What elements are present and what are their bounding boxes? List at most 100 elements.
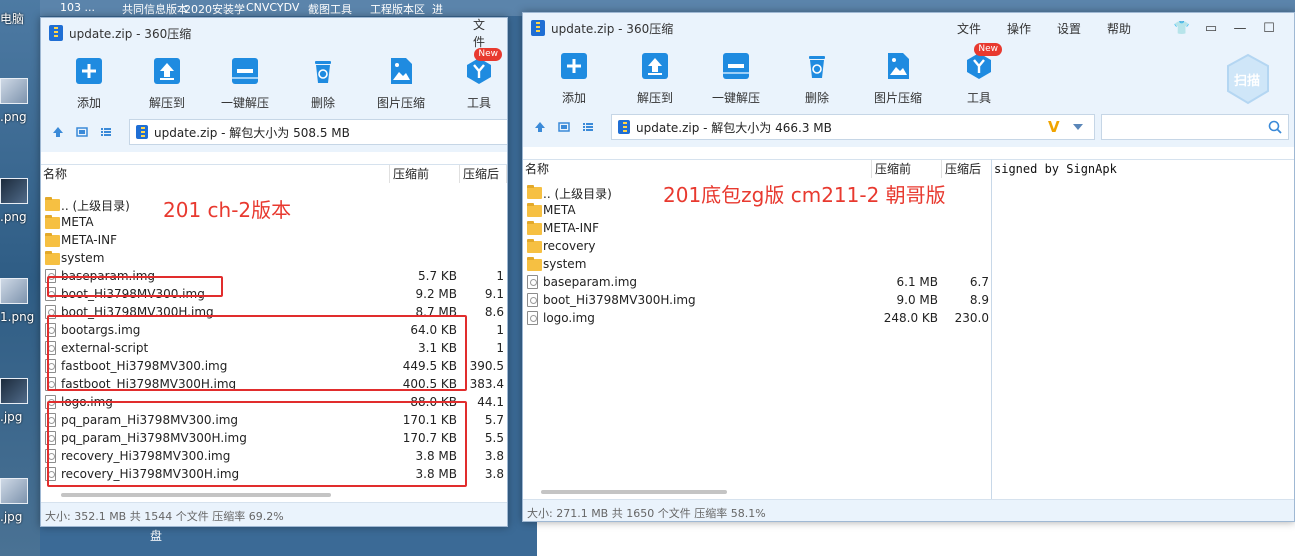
path-field[interactable]: update.zip - 解包大小为 466.3 MB V xyxy=(611,114,1095,140)
menu-bar: 文件 xyxy=(473,18,507,50)
toolbar-button-delete[interactable]: 删除 xyxy=(295,54,351,111)
left-titlebar[interactable]: update.zip - 360压缩 文件 xyxy=(41,18,507,50)
path-field[interactable]: update.zip - 解包大小为 508.5 MB xyxy=(129,119,507,145)
archive-comment: signed by SignApk xyxy=(994,162,1117,176)
chevron-down-icon[interactable] xyxy=(1072,121,1084,135)
skin-icon[interactable]: 👕 xyxy=(1172,21,1192,36)
desktop-icon-label[interactable]: 工程版本区 xyxy=(370,1,425,17)
size-after: 6.7 xyxy=(969,275,989,289)
desktop-file-label[interactable]: 电脑 xyxy=(0,10,24,27)
up-arrow-icon[interactable] xyxy=(51,125,65,139)
scan-label: 扫描 xyxy=(1234,74,1261,89)
folder-icon xyxy=(527,185,542,199)
column-header-name[interactable]: 名称 xyxy=(525,160,549,178)
horizontal-scrollbar[interactable] xyxy=(541,490,727,494)
desktop-file-label[interactable]: .png xyxy=(0,210,27,224)
view-thumbnail-icon[interactable] xyxy=(557,120,571,134)
toolbar-button-label: 工具 xyxy=(466,96,491,110)
toolbar: 添加 解压到 一键解压 删除 图片压缩 New 工具 xyxy=(523,43,1294,107)
desktop-icon-label[interactable]: 共同信息版本 xyxy=(122,1,188,17)
file-row[interactable]: system xyxy=(523,255,991,273)
desktop-file-label[interactable]: .jpg xyxy=(0,510,22,524)
column-header-after[interactable]: 压缩后 xyxy=(463,165,499,183)
maximize-icon[interactable]: ☐ xyxy=(1259,21,1279,36)
toolbar-button-label: 工具 xyxy=(966,91,991,105)
toolbar-button-tools[interactable]: New 工具 xyxy=(949,43,1009,106)
file-name: .. (上级目录) xyxy=(543,187,612,201)
search-icon[interactable] xyxy=(1268,120,1282,137)
file-row[interactable]: boot_Hi3798MV300H.img 9.0 MB 8.9 xyxy=(523,291,991,309)
horizontal-scrollbar[interactable] xyxy=(61,493,331,497)
size-after: 1 xyxy=(496,269,504,283)
toolbar-button-image-compress[interactable]: 图片压缩 xyxy=(868,49,928,106)
column-separator[interactable] xyxy=(459,165,460,183)
red-annotation-label: 201 ch-2版本 xyxy=(163,198,292,222)
view-list-icon[interactable] xyxy=(581,120,595,134)
view-thumbnail-icon[interactable] xyxy=(75,125,89,139)
view-list-icon[interactable] xyxy=(99,125,113,139)
folder-icon xyxy=(45,215,60,229)
desktop-icon-label[interactable]: 截图工具 xyxy=(308,1,352,17)
menu-item-file[interactable]: 文件 xyxy=(957,20,981,37)
zip-file-icon xyxy=(531,20,545,36)
folder-icon xyxy=(527,221,542,235)
toolbar-button-image-compress[interactable]: 图片压缩 xyxy=(373,54,429,111)
menu-item-operate[interactable]: 操作 xyxy=(1007,20,1031,37)
comment-pane[interactable]: signed by SignApk xyxy=(991,159,1294,499)
search-input[interactable] xyxy=(1101,114,1289,140)
feedback-icon[interactable]: ▭ xyxy=(1201,21,1221,36)
toolbar-button-delete[interactable]: 删除 xyxy=(787,49,847,106)
toolbar-button-extract-to[interactable]: 解压到 xyxy=(139,54,195,111)
file-row[interactable]: system xyxy=(41,249,507,267)
v-logo-icon: V xyxy=(1048,118,1060,136)
column-separator[interactable] xyxy=(871,160,872,178)
file-row[interactable]: META-INF xyxy=(523,219,991,237)
desktop-file-thumbnail[interactable] xyxy=(0,178,28,204)
desktop-file-thumbnail[interactable] xyxy=(0,378,28,404)
toolbar-button-label: 添加 xyxy=(561,91,586,105)
desktop-file-label[interactable]: 1.png xyxy=(0,310,34,324)
desktop-file-thumbnail[interactable] xyxy=(0,78,28,104)
column-separator[interactable] xyxy=(941,160,942,178)
desktop-file-thumbnail[interactable] xyxy=(0,478,28,504)
right-titlebar[interactable]: update.zip - 360压缩 文件 操作 设置 帮助 👕 ▭ — ☐ ✕ xyxy=(523,13,1294,43)
minimize-icon[interactable]: — xyxy=(1230,21,1250,36)
desktop-icon-label[interactable]: 103 ... xyxy=(60,1,95,14)
desktop-bottom-area xyxy=(537,522,1295,556)
menu-item-help[interactable]: 帮助 xyxy=(1107,20,1131,37)
toolbar-button-tools[interactable]: New 工具 xyxy=(451,48,507,111)
file-row[interactable]: recovery xyxy=(523,237,991,255)
scan-button[interactable]: 扫描 xyxy=(1225,53,1271,105)
close-icon[interactable]: ✕ xyxy=(1288,21,1294,36)
file-name: META-INF xyxy=(61,233,118,247)
file-row[interactable]: logo.img 248.0 KB 230.0 xyxy=(523,309,991,327)
column-header-after[interactable]: 压缩后 xyxy=(945,160,981,178)
desktop-file-label[interactable]: .jpg xyxy=(0,410,22,424)
file-row[interactable]: META-INF xyxy=(41,231,507,249)
toolbar-button-one-click-extract[interactable]: 一键解压 xyxy=(217,54,273,111)
folder-icon xyxy=(45,197,60,211)
tools-icon: New xyxy=(962,43,1002,83)
desktop-icon-label[interactable]: CNVCYDV xyxy=(246,1,299,14)
desktop-file-label[interactable]: .png xyxy=(0,110,27,124)
file-row[interactable]: baseparam.img 6.1 MB 6.7 xyxy=(523,273,991,291)
menu-item-file[interactable]: 文件 xyxy=(473,18,485,50)
desktop-icon-label[interactable]: 进 xyxy=(432,1,443,17)
toolbar-button-one-click-extract[interactable]: 一键解压 xyxy=(706,49,766,106)
column-header-name[interactable]: 名称 xyxy=(43,165,67,183)
up-arrow-icon[interactable] xyxy=(533,120,547,134)
path-text: update.zip - 解包大小为 466.3 MB xyxy=(636,120,832,135)
menu-item-settings[interactable]: 设置 xyxy=(1057,20,1081,37)
column-header-before[interactable]: 压缩前 xyxy=(875,160,911,178)
toolbar-button-add[interactable]: 添加 xyxy=(544,49,604,106)
desktop-file-thumbnail[interactable] xyxy=(0,278,28,304)
desktop-icon-label[interactable]: 2020安装学 xyxy=(184,1,245,17)
column-separator[interactable] xyxy=(389,165,390,183)
new-badge: New xyxy=(474,48,502,61)
toolbar-button-add[interactable]: 添加 xyxy=(61,54,117,111)
red-highlight-box xyxy=(47,276,223,297)
size-after: 230.0 xyxy=(954,311,989,325)
toolbar-button-extract-to[interactable]: 解压到 xyxy=(625,49,685,106)
column-header-before[interactable]: 压缩前 xyxy=(393,165,429,183)
column-separator[interactable] xyxy=(506,165,507,183)
